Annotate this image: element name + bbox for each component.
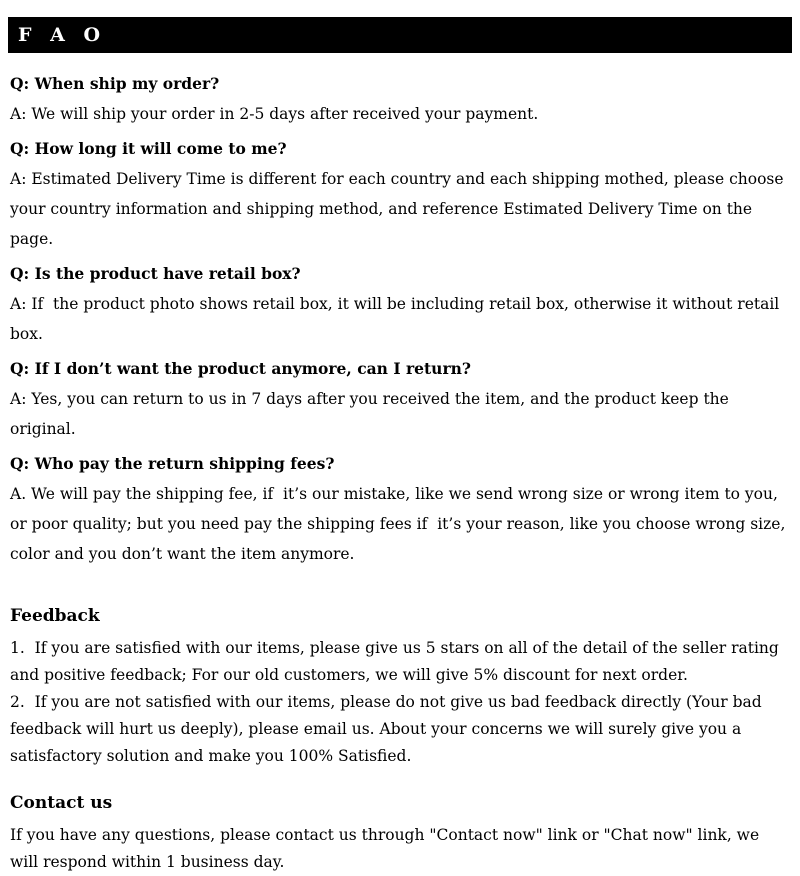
feedback-point-1: 1. If you are satisfied with our items, … [10,639,784,684]
faq-answer: A: We will ship your order in 2-5 days a… [10,105,539,123]
contact-heading: Contact us [10,793,113,813]
faq-item-4: Q: If I don’t want the product anymore, … [10,353,790,444]
feedback-section: Feedback 1. If you are satisfied with ou… [10,603,790,770]
faq-question: Q: If I don’t want the product anymore, … [10,359,471,378]
faq-question: Q: When ship my order? [10,74,220,93]
faq-page: F A O Q: When ship my order? A: We will … [0,0,800,871]
faq-answer: A. We will pay the shipping fee, if it’s… [10,485,791,563]
contact-body: If you have any questions, please contac… [10,826,765,871]
faq-content: Q: When ship my order? A: We will ship y… [10,68,790,876]
faq-answer: A: If the product photo shows retail box… [10,295,785,343]
faq-item-2: Q: How long it will come to me? A: Estim… [10,133,790,254]
contact-section: Contact us If you have any questions, pl… [10,790,790,876]
faq-answer: A: Yes, you can return to us in 7 days a… [10,390,734,438]
feedback-heading: Feedback [10,606,100,626]
faq-item-1: Q: When ship my order? A: We will ship y… [10,68,790,129]
faq-item-3: Q: Is the product have retail box? A: If… [10,258,790,349]
faq-question: Q: How long it will come to me? [10,139,287,158]
feedback-point-2: 2. If you are not satisfied with our ite… [10,693,767,765]
page-title: F A O [18,23,107,46]
faq-item-5: Q: Who pay the return shipping fees? A. … [10,448,790,569]
faq-question: Q: Is the product have retail box? [10,264,301,283]
faq-question: Q: Who pay the return shipping fees? [10,454,335,473]
faq-answer: A: Estimated Delivery Time is different … [10,170,789,248]
faq-title-bar: F A O [8,17,792,53]
